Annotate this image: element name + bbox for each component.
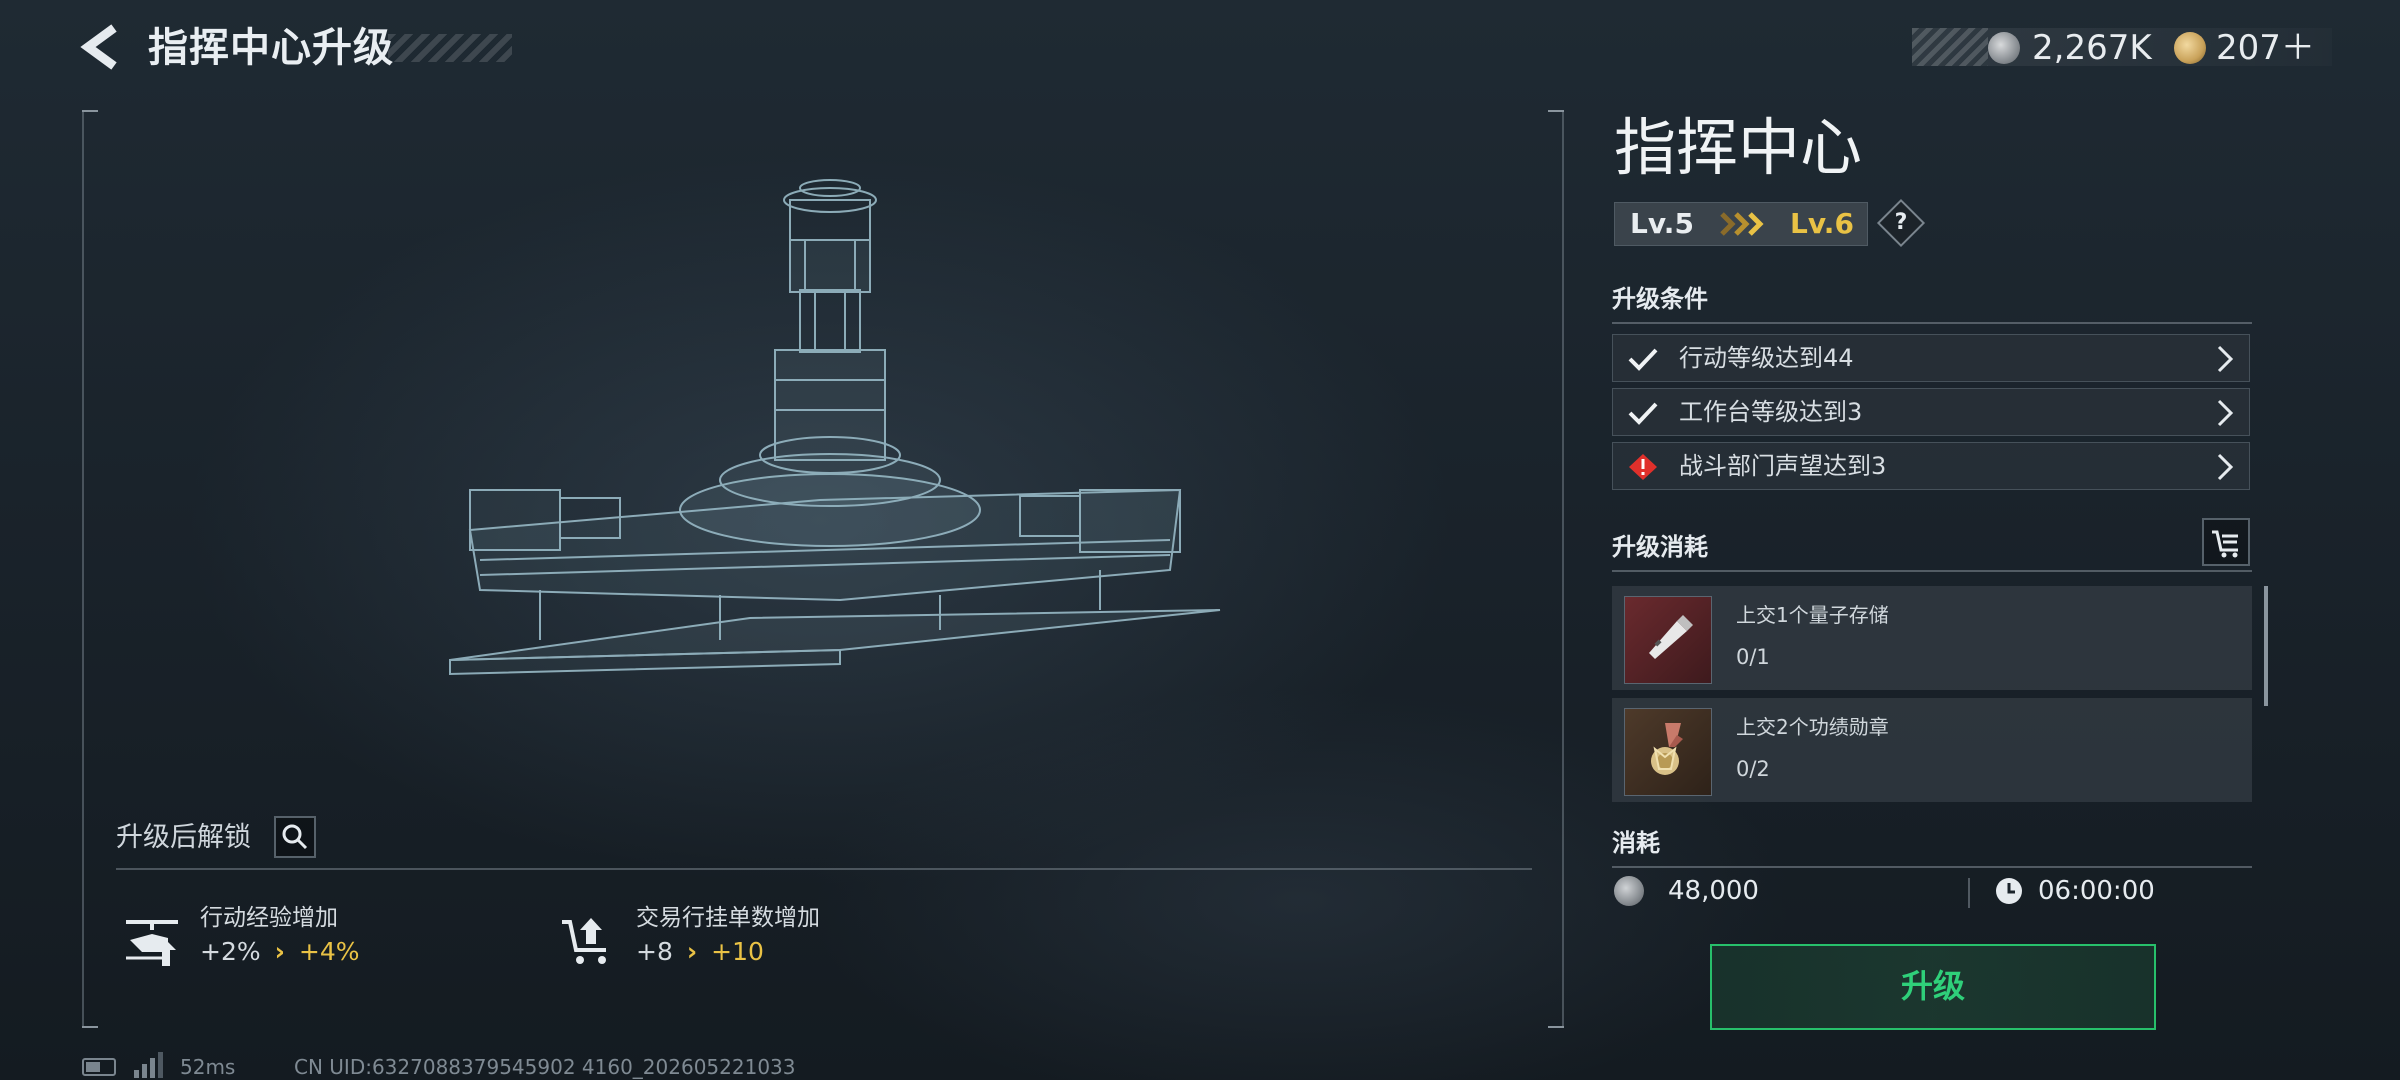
gold-currency-amount[interactable]: 207＋: [2216, 26, 2315, 70]
increase-arrow-icon: ›: [274, 937, 285, 966]
viewport-frame-right: [1562, 110, 1564, 1028]
battery-icon: [82, 1058, 116, 1076]
clock-icon: [1996, 878, 2022, 904]
back-button[interactable]: [78, 22, 124, 72]
consume-separator: [1968, 878, 1970, 908]
silver-coin-icon: [1614, 876, 1644, 906]
unlock-value-from: +2%: [200, 937, 261, 966]
condition-text: 工作台等级达到3: [1679, 398, 1863, 426]
check-icon: [1628, 348, 1658, 371]
increase-arrow-icon: ›: [686, 937, 698, 966]
unlock-item-values: +2% › +4%: [200, 934, 360, 970]
chevron-right-icon: [2217, 345, 2234, 373]
unlock-value-from: +8: [636, 937, 673, 966]
cost-list-scrollbar[interactable]: [2264, 586, 2268, 706]
command-center-hologram: [449, 179, 1221, 676]
unlock-divider: [116, 868, 1532, 870]
check-icon: [1628, 402, 1658, 425]
help-question-icon[interactable]: ?: [1884, 206, 1918, 240]
level-current: Lv.5: [1630, 207, 1694, 240]
consume-amount: 48,000: [1668, 876, 1759, 906]
consume-divider: [1612, 866, 2252, 868]
cost-item-count: 0/2: [1736, 757, 1770, 781]
signal-icon: [134, 1052, 163, 1078]
currency-decoration: [1912, 28, 1988, 66]
shop-button[interactable]: [2202, 518, 2250, 566]
condition-row[interactable]: 工作台等级达到3: [1612, 388, 2250, 436]
unlock-search-button[interactable]: [274, 816, 316, 858]
ping-text: 52ms: [180, 1055, 236, 1079]
condition-text: 行动等级达到44: [1679, 344, 1854, 372]
viewport-frame-left: [82, 110, 84, 1028]
helicopter-exp-icon: [122, 912, 182, 968]
conditions-divider: [1612, 322, 2252, 324]
building-name: 指挥中心: [1614, 111, 1863, 184]
silver-coin-icon: [1988, 32, 2020, 64]
condition-text: 战斗部门声望达到3: [1679, 452, 1887, 480]
unlock-value-to: +4%: [298, 937, 360, 966]
trade-cart-icon: [558, 912, 618, 968]
unlock-item-exp: 行动经验增加 +2% › +4%: [200, 902, 360, 970]
title-decoration: [388, 34, 512, 62]
consume-title: 消耗: [1612, 829, 1660, 857]
cost-item[interactable]: 上交2个功绩勋章 0/2: [1612, 698, 2252, 802]
page-title: 指挥中心升级: [148, 25, 394, 71]
consume-time: 06:00:00: [2038, 876, 2155, 906]
frame-tick: [1548, 110, 1564, 112]
gold-coin-icon: [2174, 32, 2206, 64]
frame-tick: [82, 110, 98, 112]
unlock-value-to: +10: [711, 937, 764, 966]
upgrade-button-label[interactable]: 升级: [1710, 944, 2156, 1030]
cost-item[interactable]: 上交1个量子存储 0/1: [1612, 586, 2252, 690]
cost-item-name: 上交2个功绩勋章: [1736, 715, 1889, 739]
frame-tick: [82, 1026, 98, 1028]
chevron-right-icon: [2217, 399, 2234, 427]
back-arrow-icon: [80, 24, 117, 70]
quantum-storage-icon: [1624, 596, 1712, 684]
condition-row[interactable]: 行动等级达到44: [1612, 334, 2250, 382]
unlock-item-trade: 交易行挂单数增加 +8 › +10: [636, 902, 820, 970]
costs-title: 升级消耗: [1612, 533, 1708, 561]
conditions-title: 升级条件: [1612, 285, 1708, 313]
unlock-item-label: 交易行挂单数增加: [636, 905, 820, 931]
warning-icon: [1629, 454, 1657, 480]
merit-medal-icon: [1624, 708, 1712, 796]
cost-item-name: 上交1个量子存储: [1736, 603, 1889, 627]
level-up-chevrons-icon: [1720, 212, 1764, 236]
level-next: Lv.6: [1790, 207, 1854, 240]
silver-currency-amount: 2,267K: [2032, 28, 2152, 68]
chevron-right-icon: [2217, 453, 2234, 481]
cost-item-count: 0/1: [1736, 645, 1770, 669]
uid-text: CN UID:6327088379545902 4160_20260522103…: [294, 1055, 796, 1079]
shopping-cart-icon: [2212, 530, 2238, 558]
unlock-item-values: +8 › +10: [636, 934, 820, 970]
search-icon: [282, 824, 308, 850]
costs-divider: [1612, 570, 2252, 572]
unlock-item-label: 行动经验增加: [200, 905, 338, 931]
frame-tick: [1548, 1026, 1564, 1028]
condition-row[interactable]: 战斗部门声望达到3: [1612, 442, 2250, 490]
unlock-section-title: 升级后解锁: [116, 822, 251, 853]
